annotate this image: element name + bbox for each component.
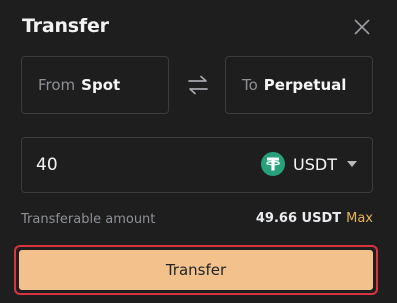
- transferable-amount-value: 49.66 USDT: [255, 211, 342, 226]
- to-account-value: Perpetual: [263, 76, 347, 94]
- from-prefix-label: From: [38, 76, 76, 94]
- from-account-value: Spot: [81, 76, 121, 94]
- caret-down-icon: [347, 161, 357, 167]
- to-account-select[interactable]: To Perpetual: [225, 56, 373, 114]
- amount-input[interactable]: [34, 154, 238, 176]
- transfer-button-highlight: Transfer: [14, 245, 378, 295]
- from-account-select[interactable]: From Spot: [21, 56, 169, 114]
- coin-select[interactable]: USDT: [261, 152, 358, 176]
- coin-label: USDT: [293, 154, 337, 174]
- transferable-amount: 49.66 USDT Max: [256, 211, 373, 226]
- amount-field[interactable]: USDT: [21, 137, 373, 193]
- transferable-amount-label: Transferable amount: [21, 212, 156, 227]
- swap-arrows-icon[interactable]: [186, 74, 210, 96]
- max-button[interactable]: Max: [346, 211, 373, 226]
- to-prefix-label: To: [242, 76, 258, 94]
- tether-usdt-icon: [261, 152, 286, 176]
- transfer-button[interactable]: Transfer: [19, 250, 373, 290]
- close-icon[interactable]: [352, 17, 372, 37]
- dialog-title: Transfer: [22, 15, 109, 37]
